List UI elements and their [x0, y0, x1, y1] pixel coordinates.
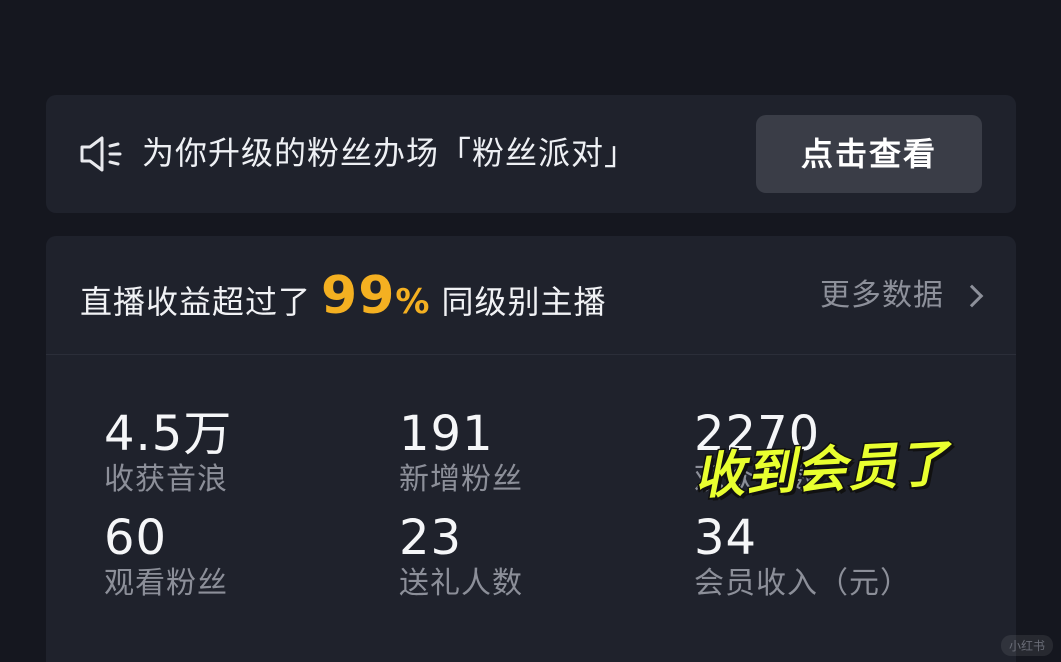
headline-prefix: 直播收益超过了 — [80, 283, 312, 321]
stat-value: 23 — [399, 510, 463, 566]
percent-sign: % — [395, 282, 430, 322]
percent-value: 99 — [321, 266, 396, 326]
stat-label: 观看粉丝 — [104, 566, 228, 601]
stat-value: 4.5万 — [104, 406, 233, 462]
stat-label: 收获音浪 — [104, 462, 228, 497]
chevron-right-icon — [960, 284, 984, 308]
stat-item: 34 会员收入（元） — [694, 512, 954, 604]
stat-item: 4.5万 收获音浪 — [104, 408, 364, 500]
stat-item: 191 新增粉丝 — [399, 408, 659, 500]
view-details-button[interactable]: 点击查看 — [756, 115, 982, 193]
headline-suffix: 同级别主播 — [441, 283, 607, 321]
stat-value: 34 — [694, 510, 758, 566]
announcement-banner: 为你升级的粉丝办场「粉丝派对」 点击查看 — [46, 95, 1016, 213]
more-data-link[interactable]: 更多数据 — [820, 274, 984, 318]
stat-item: 60 观看粉丝 — [104, 512, 364, 604]
sticker-overlay: 收到会员了 — [691, 433, 952, 507]
speaker-icon — [80, 136, 122, 172]
stat-label: 新增粉丝 — [399, 462, 523, 497]
watermark: 小红书 — [1000, 635, 1053, 656]
divider — [46, 354, 1016, 355]
earnings-headline: 直播收益超过了 99 % 同级别主播 — [80, 266, 606, 326]
stat-value: 60 — [104, 510, 168, 566]
banner-message[interactable]: 为你升级的粉丝办场「粉丝派对」 — [142, 131, 637, 175]
stat-label: 送礼人数 — [399, 566, 523, 601]
stat-item: 23 送礼人数 — [399, 512, 659, 604]
more-data-label: 更多数据 — [820, 278, 944, 313]
stat-label: 会员收入（元） — [694, 566, 911, 601]
stat-value: 191 — [399, 406, 494, 462]
